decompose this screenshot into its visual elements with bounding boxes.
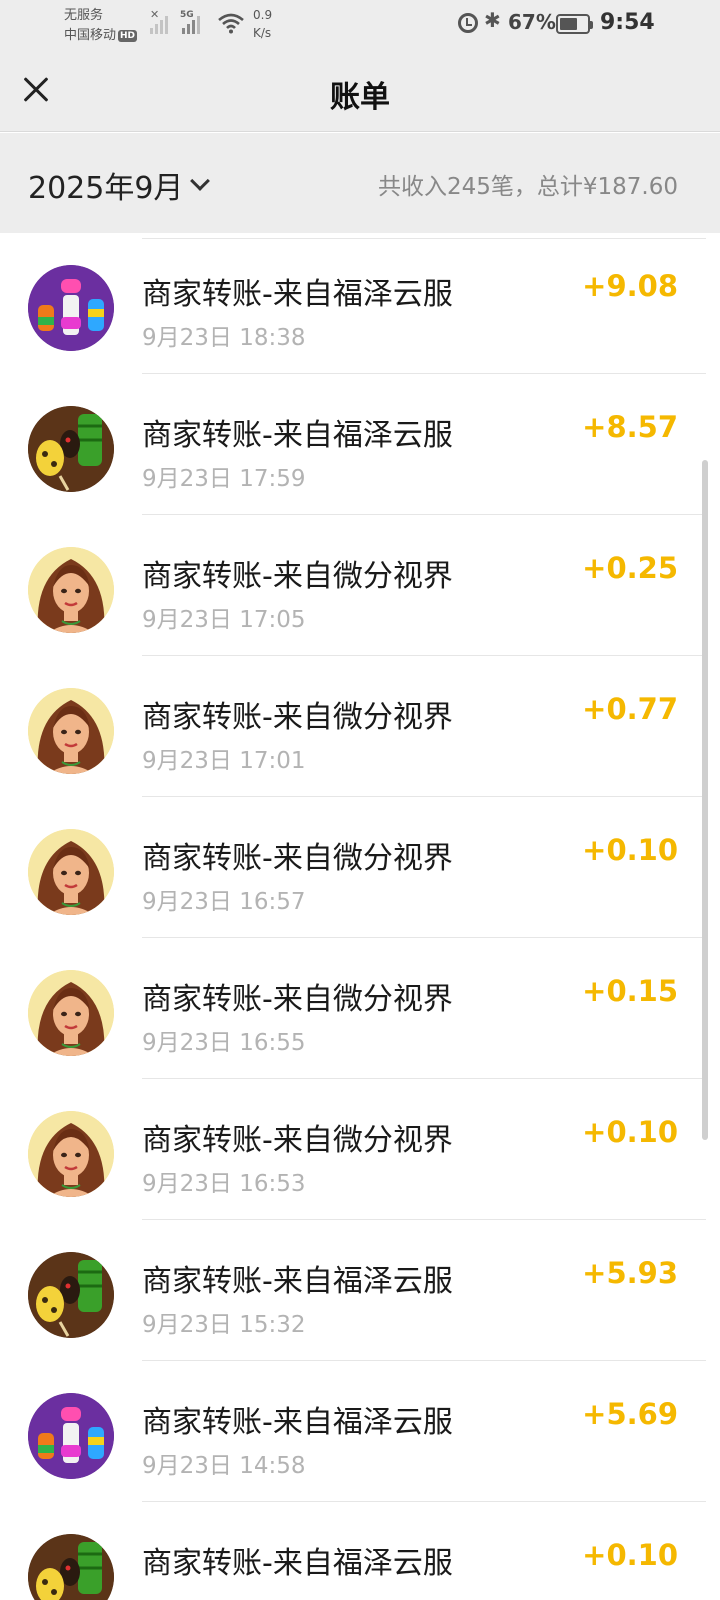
filter-bar: 2025年9月 共收入245笔，总计¥187.60 xyxy=(0,133,720,233)
transaction-amount: +5.69 xyxy=(582,1397,678,1431)
transaction-time: 9月23日 16:53 xyxy=(142,1171,306,1197)
woman-portrait-icon xyxy=(28,970,114,1056)
transaction-title: 商家转账-来自微分视界 xyxy=(142,841,453,876)
battery-percent: 67% xyxy=(508,10,556,34)
carrier-line2: 中国移动 xyxy=(64,28,117,43)
list-item[interactable]: 商家转账-来自福泽云服 9月23日 15:32 +5.93 xyxy=(0,1220,720,1361)
transaction-time: 9月23日 17:01 xyxy=(142,748,306,774)
list-item[interactable]: 商家转账-来自福泽云服 9月23日 18:38 +9.08 xyxy=(0,233,720,374)
signal-icon xyxy=(182,12,200,34)
transaction-time: 9月23日 14:58 xyxy=(142,1453,306,1479)
transaction-title: 商家转账-来自微分视界 xyxy=(142,700,453,735)
transaction-amount: +0.77 xyxy=(582,692,678,726)
transaction-title: 商家转账-来自福泽云服 xyxy=(142,1264,453,1299)
battery-icon xyxy=(556,14,593,34)
transaction-amount: +0.10 xyxy=(582,833,678,867)
speed-unit: K/s xyxy=(253,26,272,40)
status-time: 9:54 xyxy=(600,10,655,35)
transaction-amount: +9.08 xyxy=(582,269,678,303)
month-label: 2025年9月 xyxy=(28,171,184,206)
list-item[interactable]: 商家转账-来自微分视界 9月23日 16:55 +0.15 xyxy=(0,938,720,1079)
skewers-game-icon xyxy=(28,406,114,492)
list-item[interactable]: 商家转账-来自微分视界 9月23日 17:01 +0.77 xyxy=(0,656,720,797)
list-item[interactable]: 商家转账-来自福泽云服 9月23日 14:58 +5.69 xyxy=(0,1361,720,1502)
signal-icon xyxy=(150,12,168,34)
woman-portrait-icon xyxy=(28,829,114,915)
transaction-title: 商家转账-来自福泽云服 xyxy=(142,277,453,312)
list-item[interactable]: 商家转账-来自微分视界 9月23日 17:05 +0.25 xyxy=(0,515,720,656)
scrollbar[interactable] xyxy=(702,460,708,1140)
skewers-game-icon xyxy=(28,1252,114,1338)
transaction-title: 商家转账-来自微分视界 xyxy=(142,982,453,1017)
transaction-title: 商家转账-来自微分视界 xyxy=(142,559,453,594)
transaction-amount: +0.25 xyxy=(582,551,678,585)
list-item[interactable]: 商家转账-来自微分视界 9月23日 16:57 +0.10 xyxy=(0,797,720,938)
transaction-amount: +8.57 xyxy=(582,410,678,444)
rings-game-icon xyxy=(28,265,114,351)
page-title: 账单 xyxy=(330,80,390,115)
rings-game-icon xyxy=(28,1393,114,1479)
transaction-time: 9月23日 17:05 xyxy=(142,607,306,633)
list-item[interactable]: 商家转账-来自微分视界 9月23日 16:53 +0.10 xyxy=(0,1079,720,1220)
income-summary: 共收入245笔，总计¥187.60 xyxy=(377,174,678,200)
transaction-title: 商家转账-来自福泽云服 xyxy=(142,418,453,453)
wifi-icon xyxy=(218,13,244,34)
nav-bar: 账单 xyxy=(0,50,720,132)
transaction-amount: +0.15 xyxy=(582,974,678,1008)
transaction-time: 9月23日 18:38 xyxy=(142,325,306,351)
skewers-game-icon xyxy=(28,1534,114,1600)
woman-portrait-icon xyxy=(28,1111,114,1197)
alarm-icon xyxy=(458,13,478,33)
status-bar: 无服务 中国移动 HD ✕ 5G 0.9 K/s ✱ 67% 9:54 xyxy=(0,0,720,50)
carrier-line1: 无服务 xyxy=(64,8,104,23)
chevron-down-icon xyxy=(190,171,211,191)
transaction-list[interactable]: 商家转账-来自福泽云服 9月23日 18:38 +9.08 商家转账-来自福泽云服 9… xyxy=(0,233,720,1600)
woman-portrait-icon xyxy=(28,688,114,774)
transaction-title: 商家转账-来自福泽云服 xyxy=(142,1546,453,1581)
transaction-time: 9月23日 15:32 xyxy=(142,1312,306,1338)
network-speed: 0.9 K/s xyxy=(253,6,272,42)
transaction-title: 商家转账-来自微分视界 xyxy=(142,1123,453,1158)
transaction-amount: +0.10 xyxy=(582,1538,678,1572)
carrier-info: 无服务 中国移动 HD xyxy=(64,6,138,46)
speed-value: 0.9 xyxy=(253,8,273,22)
transaction-time: 9月23日 17:59 xyxy=(142,466,306,492)
woman-portrait-icon xyxy=(28,547,114,633)
list-item[interactable]: 商家转账-来自福泽云服 9月23日 17:59 +8.57 xyxy=(0,374,720,515)
hd-badge: HD xyxy=(118,29,138,42)
transaction-time: 9月23日 16:57 xyxy=(142,889,306,915)
bluetooth-icon: ✱ xyxy=(484,8,501,32)
transaction-time: 9月23日 16:55 xyxy=(142,1030,306,1056)
transaction-title: 商家转账-来自福泽云服 xyxy=(142,1405,453,1440)
transaction-amount: +5.93 xyxy=(582,1256,678,1290)
transaction-amount: +0.10 xyxy=(582,1115,678,1149)
list-item[interactable]: 商家转账-来自福泽云服 +0.10 xyxy=(0,1502,720,1600)
month-selector[interactable]: 2025年9月 xyxy=(28,163,211,207)
